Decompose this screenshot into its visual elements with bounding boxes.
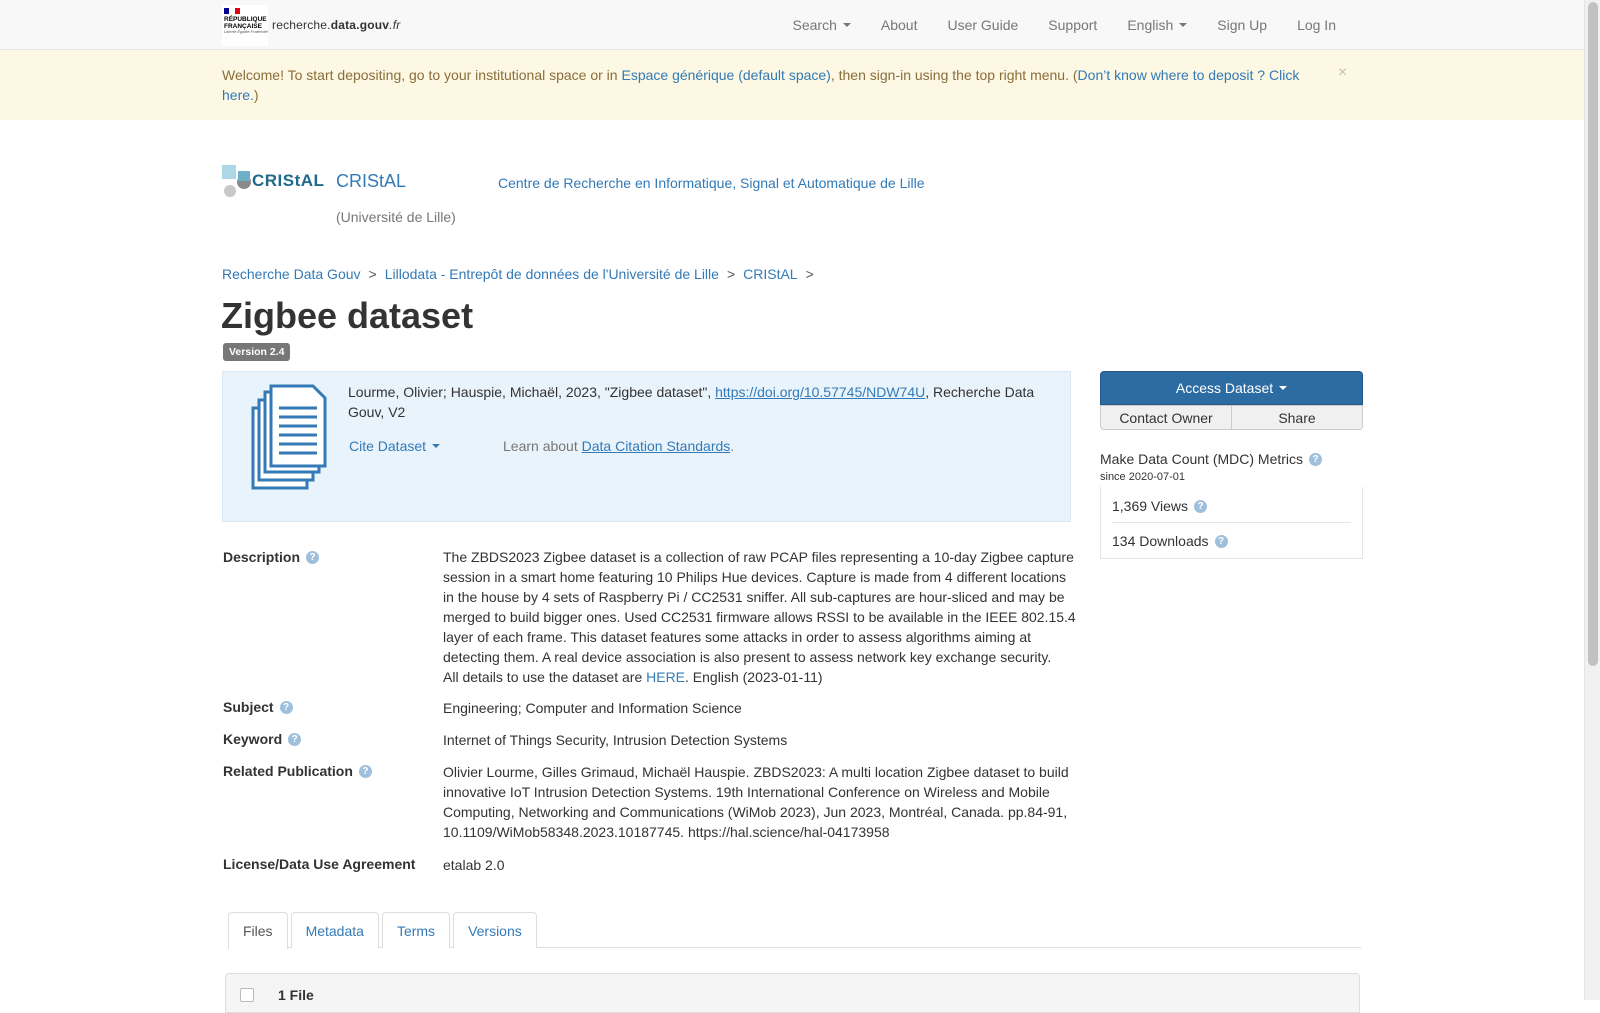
default-space-link[interactable]: Espace générique (default space): [621, 67, 830, 83]
breadcrumb-separator: >: [368, 266, 377, 282]
access-dataset-button[interactable]: Access Dataset: [1100, 371, 1363, 405]
description-label: Description?: [223, 549, 320, 565]
logo-motto: Liberté Égalité Fraternité: [224, 28, 268, 34]
republique-francaise-logo: RÉPUBLIQUE FRANÇAISE Liberté Égalité Fra…: [222, 4, 268, 46]
nav-log-in[interactable]: Log In: [1297, 17, 1336, 33]
version-badge: Version 2.4: [223, 343, 291, 361]
subject-label: Subject?: [223, 699, 293, 715]
share-button[interactable]: Share: [1232, 405, 1363, 430]
mdc-since: since 2020-07-01: [1100, 471, 1186, 483]
page-scrollbar[interactable]: [1584, 0, 1600, 1000]
nav-language-dropdown[interactable]: English: [1127, 17, 1188, 33]
files-count: 1 File: [278, 987, 314, 1003]
help-icon[interactable]: ?: [1214, 534, 1228, 548]
help-icon[interactable]: ?: [288, 732, 302, 746]
related-publication-value: Olivier Lourme, Gilles Grimaud, Michaël …: [443, 764, 1069, 840]
subject-value: Engineering; Computer and Information Sc…: [443, 700, 742, 716]
help-icon[interactable]: ?: [358, 764, 372, 778]
keyword-label: Keyword?: [223, 731, 302, 747]
doi-link[interactable]: https://doi.org/10.57745/NDW74U: [715, 384, 925, 400]
page-title: Zigbee dataset: [221, 295, 474, 336]
downloads-metric: 134 Downloads?: [1112, 533, 1228, 549]
tab-files[interactable]: Files: [228, 912, 288, 949]
files-table-header: 1 File: [225, 973, 1360, 1013]
description-details: All details to use the dataset are HERE.…: [443, 669, 823, 685]
tab-metadata[interactable]: Metadata: [290, 912, 379, 948]
site-brand-link[interactable]: RÉPUBLIQUE FRANÇAISE Liberté Égalité Fra…: [222, 4, 400, 46]
nav-about[interactable]: About: [881, 17, 918, 33]
caret-down-icon: [1279, 386, 1288, 390]
mdc-metrics-title: Make Data Count (MDC) Metrics?: [1100, 451, 1323, 467]
citation-box: Lourme, Olivier; Hauspie, Michaël, 2023,…: [222, 371, 1071, 522]
nav-support[interactable]: Support: [1048, 17, 1097, 33]
citation-text: Lourme, Olivier; Hauspie, Michaël, 2023,…: [348, 384, 1035, 420]
dataset-actions-group: Contact Owner Share: [1100, 405, 1363, 430]
license-link[interactable]: etalab 2.0: [443, 855, 505, 875]
cristal-logo[interactable]: CRIStAL: [222, 165, 325, 203]
description-text: The ZBDS2023 Zigbee dataset is a collect…: [443, 549, 1076, 665]
views-metric: 1,369 Views?: [1112, 498, 1208, 514]
dataverse-name-link[interactable]: CRIStAL: [336, 171, 406, 192]
caret-down-icon: [842, 23, 851, 27]
top-navbar: RÉPUBLIQUE FRANÇAISE Liberté Égalité Fra…: [0, 0, 1584, 50]
cite-dataset-dropdown[interactable]: Cite Dataset: [349, 438, 441, 454]
breadcrumb-item-recherche-data-gouv[interactable]: Recherche Data Gouv: [222, 266, 361, 282]
flag-icon: [224, 7, 240, 14]
description-value: The ZBDS2023 Zigbee dataset is a collect…: [443, 547, 1078, 687]
dataverse-affiliation: (Université de Lille): [336, 209, 456, 225]
nav-user-guide[interactable]: User Guide: [947, 17, 1018, 33]
help-icon[interactable]: ?: [1194, 499, 1208, 513]
tab-terms[interactable]: Terms: [381, 912, 451, 948]
metrics-divider: [1112, 522, 1351, 523]
breadcrumb-item-cristal[interactable]: CRIStAL: [743, 266, 797, 282]
document-icon: [249, 384, 329, 492]
welcome-alert: Welcome! To start depositing, go to your…: [0, 50, 1584, 120]
help-icon[interactable]: ?: [279, 700, 293, 714]
related-publication-label: Related Publication?: [223, 763, 372, 779]
nav-search-dropdown[interactable]: Search: [793, 17, 851, 33]
details-here-link[interactable]: HERE: [646, 669, 685, 685]
caret-down-icon: [432, 444, 441, 448]
help-icon[interactable]: ?: [306, 550, 320, 564]
contact-owner-button[interactable]: Contact Owner: [1100, 405, 1232, 430]
close-icon[interactable]: ×: [1338, 64, 1347, 82]
keyword-value: Internet of Things Security, Intrusion D…: [443, 732, 788, 748]
dataset-tabs: Files Metadata Terms Versions: [228, 912, 540, 949]
license-label: License/Data Use Agreement: [223, 856, 416, 872]
metrics-panel: 1,369 Views? 134 Downloads?: [1100, 487, 1363, 559]
data-citation-standards-link[interactable]: Data Citation Standards: [582, 438, 731, 454]
site-name: recherche.data.gouv.fr: [272, 18, 401, 32]
breadcrumb: Recherche Data Gouv > Lillodata - Entrep…: [222, 266, 822, 282]
dataverse-tagline-link[interactable]: Centre de Recherche en Informatique, Sig…: [498, 175, 925, 191]
breadcrumb-item-lillodata[interactable]: Lillodata - Entrepôt de données de l'Uni…: [385, 266, 719, 282]
alert-message: Welcome! To start depositing, go to your…: [222, 67, 1300, 103]
breadcrumb-separator: >: [805, 266, 814, 282]
breadcrumb-separator: >: [726, 266, 736, 282]
tab-versions[interactable]: Versions: [453, 912, 537, 948]
nav-sign-up[interactable]: Sign Up: [1217, 17, 1267, 33]
cristal-logo-text: CRIStAL: [252, 171, 325, 190]
caret-down-icon: [1179, 23, 1188, 27]
logo-rf-line1: RÉPUBLIQUE: [224, 15, 267, 23]
help-icon[interactable]: ?: [1309, 452, 1323, 466]
scrollbar-thumb[interactable]: [1588, 2, 1598, 666]
learn-citation-text: Learn about Data Citation Standards.: [503, 438, 735, 454]
